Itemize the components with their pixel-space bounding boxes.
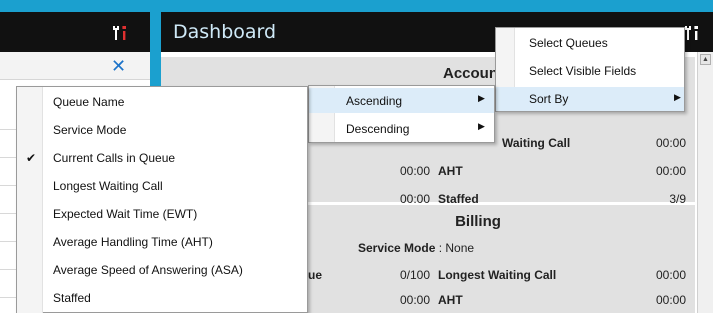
stat-label: Longest Waiting Call	[438, 268, 557, 282]
stat-label: Staffed	[438, 192, 479, 206]
sort-by-submenu: Ascending ▶ Descending ▶	[308, 85, 495, 143]
stat-value: 00:00	[655, 268, 686, 282]
service-mode-separator: :	[435, 241, 446, 255]
chevron-right-icon: ▶	[478, 121, 485, 131]
menu-item-label: Descending	[346, 122, 410, 136]
scroll-up-arrow-icon[interactable]: ▲	[700, 54, 711, 65]
service-mode: Service Mode : None	[358, 241, 474, 255]
chevron-right-icon: ▶	[674, 92, 681, 102]
menu-item-label: Select Visible Fields	[529, 64, 637, 78]
field-item-asa[interactable]: Average Speed of Answering (ASA)	[17, 257, 307, 283]
top-accent-bar	[0, 0, 713, 12]
left-panel-toolbar: ✕	[0, 52, 150, 80]
tools-icon[interactable]	[113, 25, 127, 44]
stat-value: 00:00	[399, 192, 430, 206]
menu-item-ascending[interactable]: Ascending ▶	[309, 88, 494, 113]
menu-item-label: Sort By	[529, 92, 569, 106]
left-panel-header	[0, 12, 150, 52]
dashboard-title: Dashboard	[173, 21, 277, 43]
menu-item-descending[interactable]: Descending ▶	[309, 116, 494, 141]
sort-field-submenu: Queue Name Service Mode ✔ Current Calls …	[16, 86, 308, 313]
menu-item-select-queues[interactable]: Select Queues	[496, 31, 684, 55]
close-icon[interactable]: ✕	[111, 56, 126, 76]
stat-value: 00:00	[655, 293, 686, 307]
field-item-longest-waiting-call[interactable]: Longest Waiting Call	[17, 173, 307, 199]
menu-item-select-visible-fields[interactable]: Select Visible Fields	[496, 59, 684, 83]
menu-item-label: Average Handling Time (AHT)	[53, 235, 213, 249]
menu-item-label: Select Queues	[529, 36, 608, 50]
field-item-queue-name[interactable]: Queue Name	[17, 89, 307, 115]
field-item-staffed[interactable]: Staffed	[17, 285, 307, 311]
stat-label: ue	[308, 268, 323, 282]
tools-icon[interactable]	[685, 25, 699, 44]
stat-label: AHT	[438, 164, 463, 178]
field-item-aht[interactable]: Average Handling Time (AHT)	[17, 229, 307, 255]
menu-item-label: Staffed	[53, 291, 91, 305]
menu-item-label: Expected Wait Time (EWT)	[53, 207, 198, 221]
field-item-ewt[interactable]: Expected Wait Time (EWT)	[17, 201, 307, 227]
stat-label: AHT	[438, 293, 463, 307]
menu-item-sort-by[interactable]: Sort By ▶	[496, 87, 684, 111]
stat-value: 3/9	[669, 192, 686, 206]
menu-item-label: Queue Name	[53, 95, 125, 109]
check-icon: ✔	[26, 151, 37, 165]
field-item-service-mode[interactable]: Service Mode	[17, 117, 307, 143]
menu-item-label: Current Calls in Queue	[53, 151, 176, 165]
stat-value: 0/100	[399, 268, 430, 282]
chevron-right-icon: ▶	[478, 93, 485, 103]
menu-item-label: Ascending	[346, 94, 403, 108]
menu-item-label: Service Mode	[53, 123, 127, 137]
dashboard-context-menu: Select Queues Select Visible Fields Sort…	[495, 27, 685, 112]
stat-label: Waiting Call	[502, 136, 571, 150]
stat-value: 00:00	[399, 293, 430, 307]
vertical-scrollbar[interactable]: ▲	[697, 52, 713, 313]
menu-item-label: Average Speed of Answering (ASA)	[53, 263, 243, 277]
field-item-current-calls-in-queue[interactable]: ✔ Current Calls in Queue	[17, 145, 307, 171]
service-mode-label: Service Mode	[358, 241, 436, 255]
service-mode-value: None	[445, 241, 475, 255]
stat-value: 00:00	[399, 164, 430, 178]
menu-item-label: Longest Waiting Call	[53, 179, 163, 193]
stat-value: 00:00	[655, 136, 686, 150]
stat-value: 00:00	[655, 164, 686, 178]
